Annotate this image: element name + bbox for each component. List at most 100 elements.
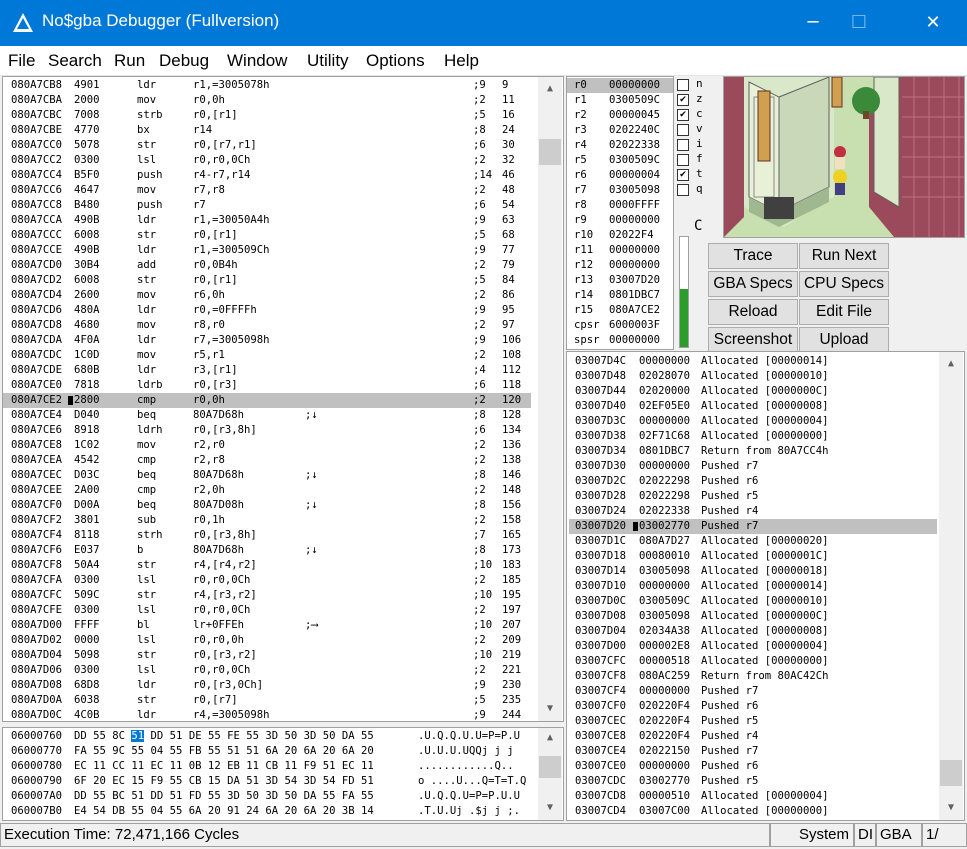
- register-row[interactable]: r15 080A7CE2: [567, 303, 673, 318]
- menu-run[interactable]: Run: [114, 51, 145, 71]
- stack-row[interactable]: 03007D0C 0300509C Allocated [00000010]: [569, 594, 937, 609]
- hexdump-byte-selected[interactable]: 51: [131, 730, 145, 742]
- stack-row[interactable]: 03007D2C 02022298 Pushed r6: [569, 474, 937, 489]
- register-row[interactable]: r7 03005098: [567, 183, 673, 198]
- scroll-down-icon[interactable]: ▼: [939, 802, 963, 813]
- scroll-up-icon[interactable]: ▲: [538, 83, 562, 94]
- stack-panel[interactable]: 03007D4C 00000000 Allocated [00000014] 0300…: [566, 351, 965, 821]
- register-row[interactable]: r4 02022338: [567, 138, 673, 153]
- stack-row[interactable]: 03007CD8 00000510 Allocated [00000004]: [569, 789, 937, 804]
- disassembly-row[interactable]: 080A7CF2 3801 sub r0,1h ;2 158: [3, 513, 531, 528]
- close-button[interactable]: ✕: [910, 0, 956, 46]
- disassembly-row[interactable]: 080A7D06 0300 lsl r0,r0,0Ch ;2 221: [3, 663, 531, 678]
- stack-row[interactable]: 03007D20 03002770 Pushed r7: [569, 519, 937, 534]
- register-row[interactable]: r10 02022F4: [567, 228, 673, 243]
- stack-row[interactable]: 03007D08 03005098 Allocated [0000000C]: [569, 609, 937, 624]
- register-row[interactable]: r13 03007D20: [567, 273, 673, 288]
- disassembly-row[interactable]: 080A7CEA 4542 cmp r2,r8 ;2 138: [3, 453, 531, 468]
- disassembly-row[interactable]: 080A7CE6 8918 ldrh r0,[r3,8h] ;6 134: [3, 423, 531, 438]
- memory-hexdump-panel[interactable]: 06000760 DD 55 8C 51 DD 51 DE 55 FE 55 3D…: [2, 727, 564, 821]
- disassembly-row[interactable]: 080A7CBE 4770 bx r14 ;8 24: [3, 123, 531, 138]
- stack-row[interactable]: 03007D18 00080010 Allocated [0000001C]: [569, 549, 937, 564]
- register-row[interactable]: r2 00000045: [567, 108, 673, 123]
- scroll-up-icon[interactable]: ▲: [939, 358, 963, 369]
- disassembly-row[interactable]: 080A7CC4 B5F0 push r4-r7,r14 ;14 46: [3, 168, 531, 183]
- scroll-thumb[interactable]: [539, 756, 561, 778]
- disassembly-row[interactable]: 080A7CC6 4647 mov r7,r8 ;2 48: [3, 183, 531, 198]
- scroll-up-icon[interactable]: ▲: [538, 732, 562, 743]
- stack-row[interactable]: 03007CF0 020220F4 Pushed r6: [569, 699, 937, 714]
- menu-help[interactable]: Help: [444, 51, 479, 71]
- disassembly-row[interactable]: 080A7CF0 D00A beq 80A7D08h ;↓ ;8 156: [3, 498, 531, 513]
- stack-row[interactable]: 03007D10 00000000 Allocated [00000014]: [569, 579, 937, 594]
- register-row[interactable]: r9 00000000: [567, 213, 673, 228]
- disassembly-row[interactable]: 080A7CD4 2600 mov r6,0h ;2 86: [3, 288, 531, 303]
- stack-row[interactable]: 03007D14 03005098 Allocated [00000018]: [569, 564, 937, 579]
- stack-row[interactable]: 03007CFC 00000518 Allocated [00000000]: [569, 654, 937, 669]
- disassembly-row[interactable]: 080A7CD6 480A ldr r0,=0FFFFh ;9 95: [3, 303, 531, 318]
- disassembly-row[interactable]: 080A7CBC 7008 strb r0,[r1] ;5 16: [3, 108, 531, 123]
- disassembly-row[interactable]: 080A7CE4 D040 beq 80A7D68h ;↓ ;8 128: [3, 408, 531, 423]
- disassembly-row[interactable]: 080A7CE2 2800 cmp r0,0h ;2 120: [3, 393, 531, 408]
- disassembly-row[interactable]: 080A7CD0 30B4 add r0,0B4h ;2 79: [3, 258, 531, 273]
- edit-file-button[interactable]: Edit File: [799, 299, 889, 325]
- register-row[interactable]: r8 0000FFFF: [567, 198, 673, 213]
- disassembly-row[interactable]: 080A7CC8 B480 push r7 ;6 54: [3, 198, 531, 213]
- scroll-thumb[interactable]: [539, 139, 561, 165]
- disassembly-row[interactable]: 080A7CEE 2A00 cmp r2,0h ;2 148: [3, 483, 531, 498]
- register-row[interactable]: r1 0300509C: [567, 93, 673, 108]
- disassembly-row[interactable]: 080A7CC2 0300 lsl r0,r0,0Ch ;2 32: [3, 153, 531, 168]
- menu-search[interactable]: Search: [48, 51, 102, 71]
- menu-options[interactable]: Options: [366, 51, 425, 71]
- menu-window[interactable]: Window: [227, 51, 287, 71]
- disassembly-row[interactable]: 080A7CFA 0300 lsl r0,r0,0Ch ;2 185: [3, 573, 531, 588]
- disassembly-row[interactable]: 080A7D04 5098 str r0,[r3,r2] ;10 219: [3, 648, 531, 663]
- stack-row[interactable]: 03007CD4 03007C00 Allocated [00000000]: [569, 804, 937, 819]
- stack-row[interactable]: 03007D1C 080A7D27 Allocated [00000020]: [569, 534, 937, 549]
- menu-debug[interactable]: Debug: [159, 51, 209, 71]
- disassembly-row[interactable]: 080A7CDC 1C0D mov r5,r1 ;2 108: [3, 348, 531, 363]
- menu-utility[interactable]: Utility: [307, 51, 349, 71]
- stack-row[interactable]: 03007D30 00000000 Pushed r7: [569, 459, 937, 474]
- disassembly-row[interactable]: 080A7D00 FFFF bl lr+0FFEh ;⟶ ;10 207: [3, 618, 531, 633]
- disassembly-row[interactable]: 080A7CCE 490B ldr r1,=300509Ch ;9 77: [3, 243, 531, 258]
- disassembly-row[interactable]: 080A7CC0 5078 str r0,[r7,r1] ;6 30: [3, 138, 531, 153]
- stack-row[interactable]: 03007D04 02034A38 Allocated [00000008]: [569, 624, 937, 639]
- flag-checkbox[interactable]: ✔: [677, 169, 689, 181]
- stack-row[interactable]: 03007D34 0801DBC7 Return from 80A7CC4h: [569, 444, 937, 459]
- flag-checkbox[interactable]: [677, 79, 689, 91]
- stack-row[interactable]: 03007D40 02EF05E0 Allocated [00000008]: [569, 399, 937, 414]
- disassembly-row[interactable]: 080A7CFC 509C str r4,[r3,r2] ;10 195: [3, 588, 531, 603]
- flag-checkbox[interactable]: [677, 154, 689, 166]
- disassembly-row[interactable]: 080A7CD8 4680 mov r8,r0 ;2 97: [3, 318, 531, 333]
- hexdump-scrollbar[interactable]: ▲ ▼: [538, 728, 562, 820]
- disassembly-row[interactable]: 080A7CCA 490B ldr r1,=30050A4h ;9 63: [3, 213, 531, 228]
- flag-checkbox[interactable]: [677, 124, 689, 136]
- flag-checkbox[interactable]: [677, 139, 689, 151]
- stack-row[interactable]: 03007D48 02028070 Allocated [00000010]: [569, 369, 937, 384]
- disassembly-panel[interactable]: 080A7CB8 4901 ldr r1,=3005078h ;9 9 080A7CBA 20…: [2, 76, 564, 722]
- stack-row[interactable]: 03007D4C 00000000 Allocated [00000014]: [569, 354, 937, 369]
- register-row[interactable]: r0 00000000: [567, 78, 673, 93]
- upload-button[interactable]: Upload: [799, 327, 889, 353]
- register-row[interactable]: r12 00000000: [567, 258, 673, 273]
- disassembly-scrollbar[interactable]: ▲ ▼: [538, 77, 562, 721]
- stack-row[interactable]: 03007D24 02022338 Pushed r4: [569, 504, 937, 519]
- flag-checkbox[interactable]: [677, 184, 689, 196]
- reload-button[interactable]: Reload: [708, 299, 798, 325]
- stack-row[interactable]: 03007CF4 00000000 Pushed r7: [569, 684, 937, 699]
- register-row[interactable]: r11 00000000: [567, 243, 673, 258]
- stack-row[interactable]: 03007D44 02020000 Allocated [0000000C]: [569, 384, 937, 399]
- stack-row[interactable]: 03007CDC 03002770 Pushed r5: [569, 774, 937, 789]
- register-panel[interactable]: r0 00000000 r1 0300509C r2 00000045 r3 0202240C…: [566, 76, 674, 350]
- disassembly-row[interactable]: 080A7CF6 E037 b 80A7D68h ;↓ ;8 173: [3, 543, 531, 558]
- disassembly-row[interactable]: 080A7CF4 8118 strh r0,[r3,8h] ;7 165: [3, 528, 531, 543]
- stack-row[interactable]: 03007CE0 00000000 Pushed r6: [569, 759, 937, 774]
- stack-row[interactable]: 03007CE8 020220F4 Pushed r4: [569, 729, 937, 744]
- disassembly-row[interactable]: 080A7D02 0000 lsl r0,r0,0h ;2 209: [3, 633, 531, 648]
- scroll-down-icon[interactable]: ▼: [538, 703, 562, 714]
- menu-file[interactable]: File: [8, 51, 35, 71]
- maximize-button[interactable]: ☐: [836, 0, 882, 46]
- stack-row[interactable]: 03007CF8 080AC259 Return from 80AC42Ch: [569, 669, 937, 684]
- register-row[interactable]: r3 0202240C: [567, 123, 673, 138]
